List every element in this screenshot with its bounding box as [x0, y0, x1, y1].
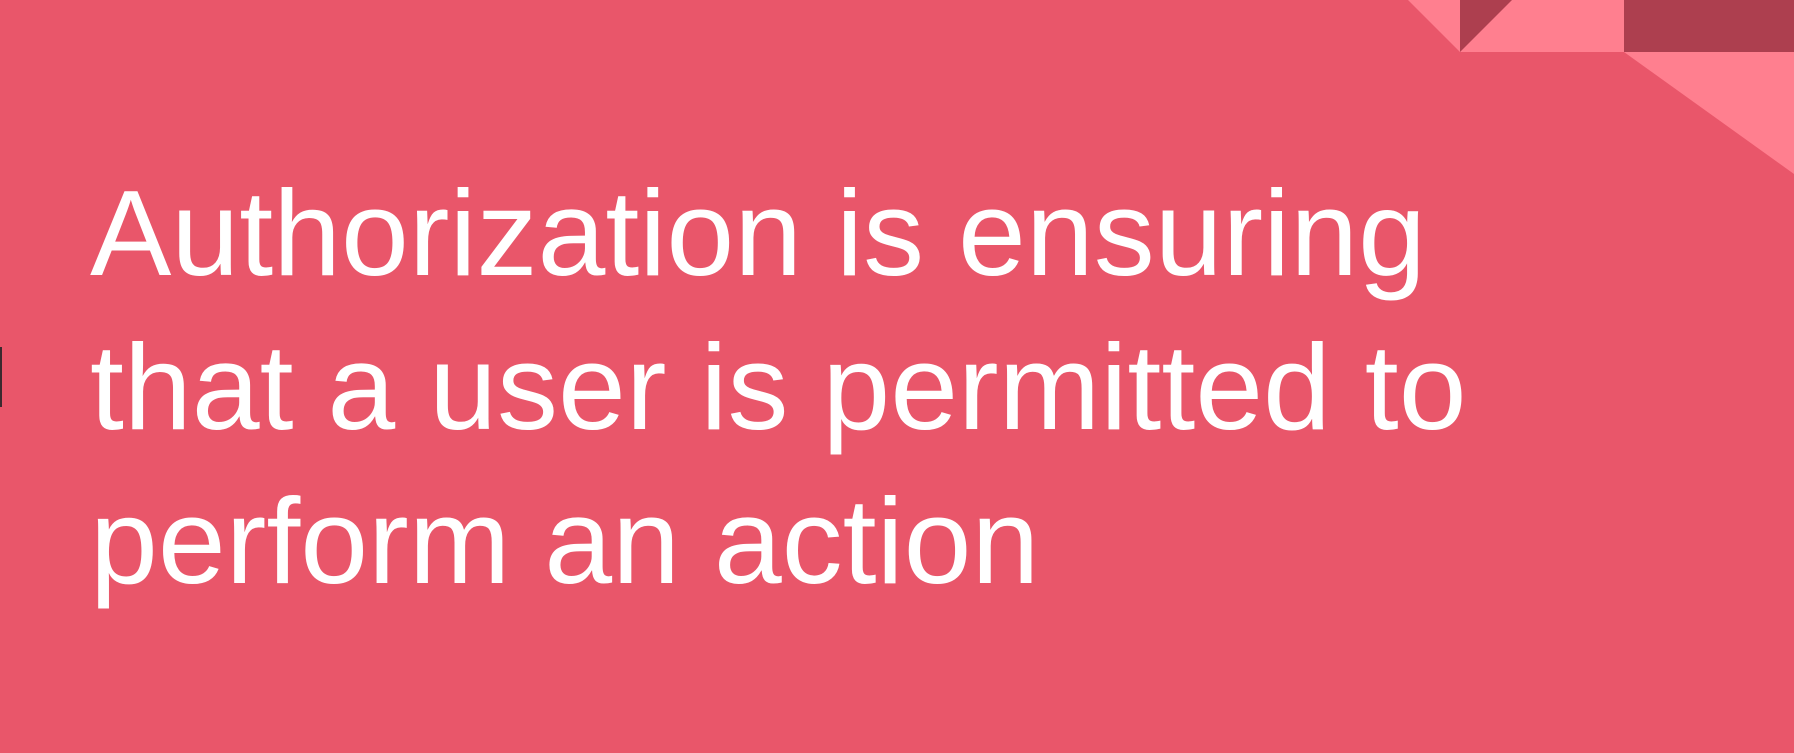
- presentation-slide: Authorization is ensuring that a user is…: [0, 0, 1794, 753]
- left-edge-marker: [0, 347, 2, 407]
- slide-line-1: Authorization is ensuring: [90, 165, 1426, 301]
- corner-dark-block: [1624, 0, 1794, 52]
- slide-line-2: that a user is permitted to: [90, 319, 1467, 455]
- slide-statement: Authorization is ensuring that a user is…: [90, 156, 1650, 618]
- slide-line-3: perform an action: [90, 473, 1040, 609]
